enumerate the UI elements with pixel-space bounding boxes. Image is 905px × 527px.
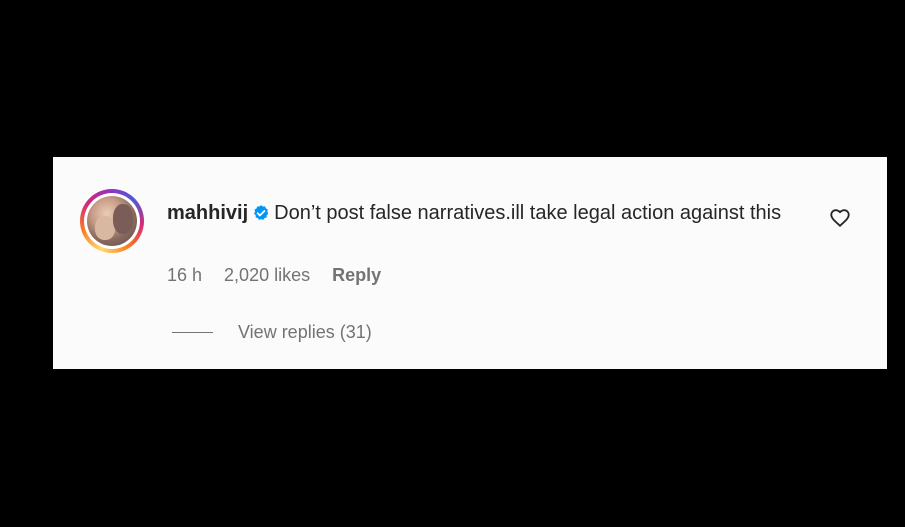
heart-outline-icon[interactable] <box>829 207 851 229</box>
view-replies-label: View replies (31) <box>238 322 372 342</box>
comment-text: Don’t post false narratives.ill take leg… <box>274 202 782 224</box>
avatar-border <box>84 193 140 249</box>
avatar-photo-detail <box>113 204 133 234</box>
reply-button[interactable]: Reply <box>332 265 381 286</box>
comment-username[interactable]: mahhivij <box>167 202 248 224</box>
comment-body: mahhivij Don’t post false narratives.ill … <box>167 198 807 231</box>
replies-divider-line <box>172 332 213 333</box>
comment-likes[interactable]: 2,020 likes <box>224 265 310 286</box>
comment-meta: 16 h 2,020 likes Reply <box>167 265 381 286</box>
comment-card: mahhivij Don’t post false narratives.ill … <box>53 157 887 369</box>
verified-badge-icon <box>252 201 270 231</box>
avatar[interactable] <box>80 189 144 253</box>
comment-time: 16 h <box>167 265 203 285</box>
avatar-photo-detail <box>95 216 115 240</box>
avatar-photo <box>87 196 137 246</box>
view-replies-button[interactable]: View replies (31) <box>172 322 372 343</box>
